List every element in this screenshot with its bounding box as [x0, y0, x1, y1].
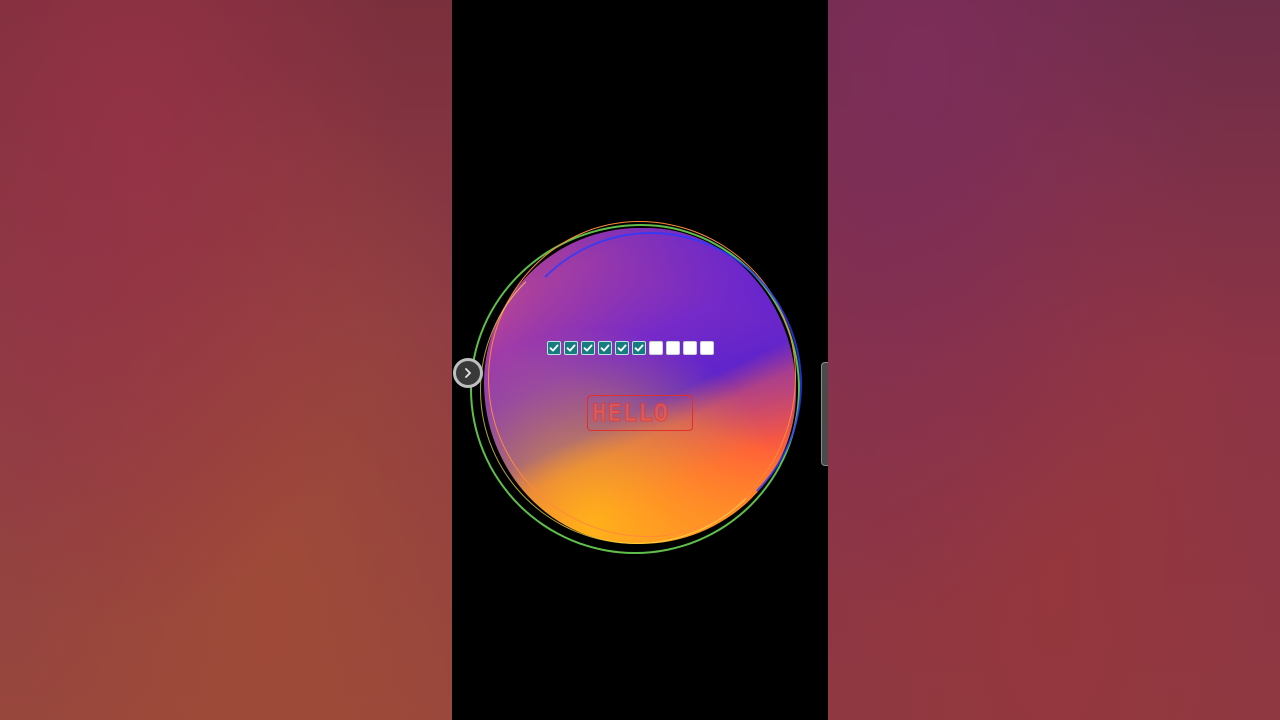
checkbox-checked[interactable] — [615, 341, 629, 355]
checkbox-checked[interactable] — [547, 341, 561, 355]
checkbox-unchecked[interactable] — [649, 341, 663, 355]
nav-handle-button[interactable] — [453, 358, 483, 388]
gradient-blob-shade — [484, 228, 796, 544]
checkmark-icon — [549, 344, 559, 352]
chevron-right-icon — [465, 368, 471, 378]
checkbox-unchecked[interactable] — [700, 341, 714, 355]
blurred-background-left — [0, 0, 452, 720]
checkbox-row — [547, 341, 714, 355]
checkmark-icon — [634, 344, 644, 352]
checkmark-icon — [600, 344, 610, 352]
checkbox-checked[interactable] — [598, 341, 612, 355]
checkmark-icon — [566, 344, 576, 352]
video-frame: HELLO — [0, 0, 1280, 720]
checkbox-unchecked[interactable] — [683, 341, 697, 355]
checkbox-unchecked[interactable] — [666, 341, 680, 355]
checkbox-checked[interactable] — [564, 341, 578, 355]
hello-text-value: HELLO — [591, 399, 670, 428]
checkbox-checked[interactable] — [632, 341, 646, 355]
checkbox-checked[interactable] — [581, 341, 595, 355]
checkmark-icon — [583, 344, 593, 352]
side-panel-handle[interactable] — [821, 362, 828, 466]
hello-text-field[interactable]: HELLO — [587, 395, 693, 431]
checkmark-icon — [617, 344, 627, 352]
blurred-background-right — [828, 0, 1280, 720]
